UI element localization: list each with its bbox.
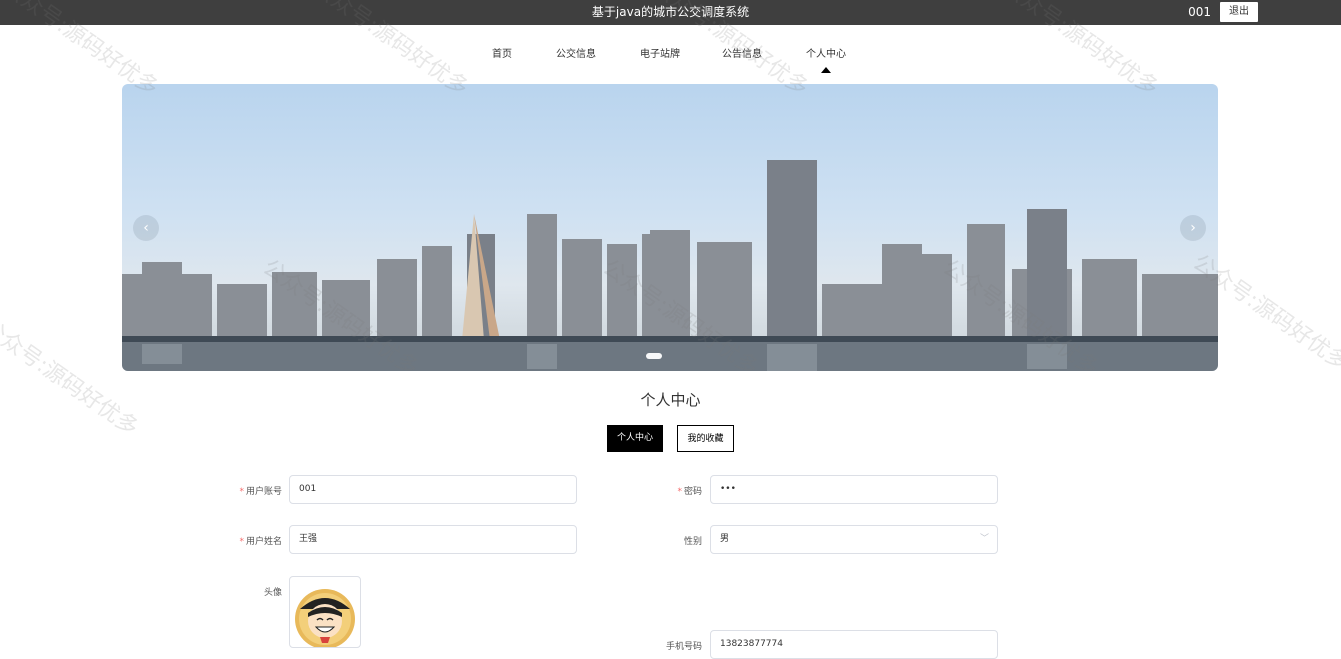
main-nav: 首页 公交信息 电子站牌 公告信息 个人中心 — [0, 45, 1341, 65]
gender-label: 性别 — [683, 537, 702, 547]
logout-button[interactable]: 退出 — [1220, 2, 1258, 22]
carousel-next-button[interactable]: › — [1180, 215, 1206, 241]
phone-input[interactable]: 13823877774 — [710, 630, 998, 659]
required-marker: * — [677, 487, 682, 497]
app-title: 基于java的城市公交调度系统 — [591, 5, 750, 19]
gender-select[interactable]: 男 ﹀ — [710, 525, 998, 554]
top-bar: 基于java的城市公交调度系统 001 退出 — [0, 0, 1341, 25]
password-label: * 密码 — [677, 487, 702, 497]
account-label: * 用户账号 — [239, 487, 282, 497]
section-title: 个人中心 — [640, 391, 701, 409]
tab-personal-center[interactable]: 个人中心 — [607, 425, 663, 452]
avatar-label: 头像 — [263, 588, 282, 598]
city-skyline-image — [122, 160, 1218, 371]
carousel-dot[interactable] — [646, 353, 662, 359]
current-username: 001 — [1188, 5, 1211, 19]
nav-item-personal-center[interactable]: 个人中心 — [806, 45, 846, 60]
name-input[interactable]: 王强 — [289, 525, 577, 554]
avatar-image — [295, 589, 355, 647]
account-input[interactable]: 001 — [289, 475, 577, 504]
nav-item-e-stop-sign[interactable]: 电子站牌 — [640, 45, 680, 60]
nav-item-announcements[interactable]: 公告信息 — [722, 45, 762, 60]
phone-label: 手机号码 — [665, 642, 702, 652]
banner-carousel[interactable]: ‹ › — [122, 84, 1218, 371]
name-label: * 用户姓名 — [239, 537, 282, 547]
nav-item-home[interactable]: 首页 — [492, 45, 512, 60]
required-marker: * — [239, 487, 244, 497]
tab-my-favorites[interactable]: 我的收藏 — [677, 425, 734, 452]
nav-item-bus-info[interactable]: 公交信息 — [556, 45, 596, 60]
carousel-indicators — [646, 353, 662, 359]
gender-select-value: 男 — [720, 534, 730, 544]
password-input[interactable]: ••• — [710, 475, 998, 504]
chevron-down-icon: ﹀ — [979, 534, 989, 544]
avatar-upload[interactable] — [289, 576, 361, 648]
carousel-prev-button[interactable]: ‹ — [133, 215, 159, 241]
required-marker: * — [239, 537, 244, 547]
